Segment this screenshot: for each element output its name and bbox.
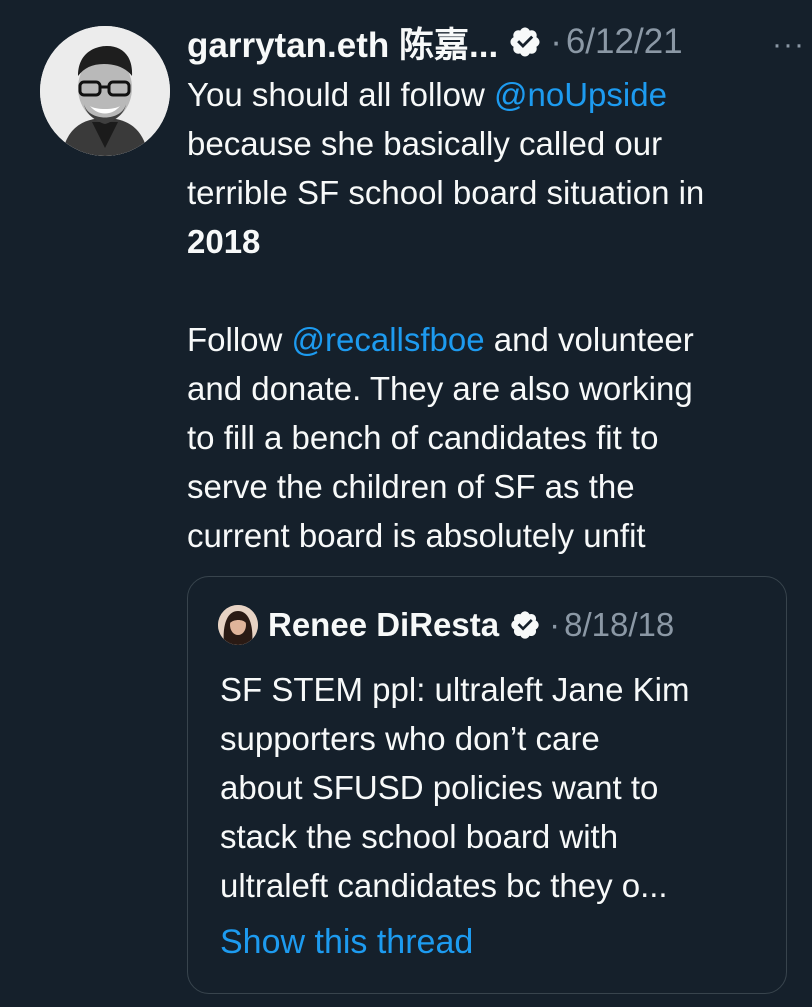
tweet-line: terrible SF school board situation in xyxy=(187,174,705,211)
tweet-text-fragment: You should all follow xyxy=(187,76,494,113)
mention-link[interactable]: @recallsfboe xyxy=(292,321,485,358)
verified-badge-icon xyxy=(509,609,541,641)
quoted-tweet-header: Renee DiResta · 8/18/18 xyxy=(218,605,674,645)
paragraph-break xyxy=(187,266,787,315)
quoted-tweet-text: SF STEM ppl: ultraleft Jane Kim supporte… xyxy=(220,665,780,910)
tweet-line: You should all follow @noUpside xyxy=(187,70,787,119)
tweet-line: current board is absolutely unfit xyxy=(187,517,646,554)
mention-link[interactable]: @noUpside xyxy=(494,76,667,113)
tweet-line: Follow @recallsfboe and volunteer xyxy=(187,315,787,364)
quoted-author-avatar[interactable] xyxy=(218,605,258,645)
tweet-line: and donate. They are also working xyxy=(187,370,693,407)
quoted-line: about SFUSD policies want to xyxy=(220,769,659,806)
quoted-author-name[interactable]: Renee DiResta xyxy=(268,606,499,644)
tweet-line: to fill a bench of candidates fit to xyxy=(187,419,659,456)
bold-year: 2018 xyxy=(187,223,261,260)
author-photo xyxy=(40,26,170,156)
tweet-content: garrytan.eth 陈嘉... · 6/12/21 ··· You sho… xyxy=(187,14,804,560)
tweet-date[interactable]: 6/12/21 xyxy=(566,22,683,62)
quoted-line: supporters who don’t care xyxy=(220,720,600,757)
separator-dot: · xyxy=(550,22,562,61)
tweet-header: garrytan.eth 陈嘉... · 6/12/21 xyxy=(187,14,787,70)
tweet-line: 2018 xyxy=(187,217,787,266)
quoted-line: ultraleft candidates bc they o... xyxy=(220,867,668,904)
quoted-tweet-card[interactable]: Renee DiResta · 8/18/18 SF STEM ppl: ult… xyxy=(187,576,787,994)
show-thread-link[interactable]: Show this thread xyxy=(220,923,473,962)
tweet-text-fragment: Follow xyxy=(187,321,292,358)
author-name[interactable]: garrytan.eth 陈嘉... xyxy=(187,17,498,68)
tweet-text: You should all follow @noUpside because … xyxy=(187,70,787,560)
tweet-line: serve the children of SF as the xyxy=(187,468,635,505)
author-avatar[interactable] xyxy=(40,26,170,156)
quoted-line: stack the school board with xyxy=(220,818,619,855)
verified-badge-icon xyxy=(508,25,542,59)
tweet-text-fragment: and volunteer xyxy=(484,321,694,358)
separator-dot: · xyxy=(549,606,561,643)
tweet-line: because she basically called our xyxy=(187,125,663,162)
more-options-icon[interactable]: ··· xyxy=(772,28,805,62)
quoted-line: SF STEM ppl: ultraleft Jane Kim xyxy=(220,671,690,708)
quoted-tweet-date[interactable]: 8/18/18 xyxy=(564,606,674,644)
